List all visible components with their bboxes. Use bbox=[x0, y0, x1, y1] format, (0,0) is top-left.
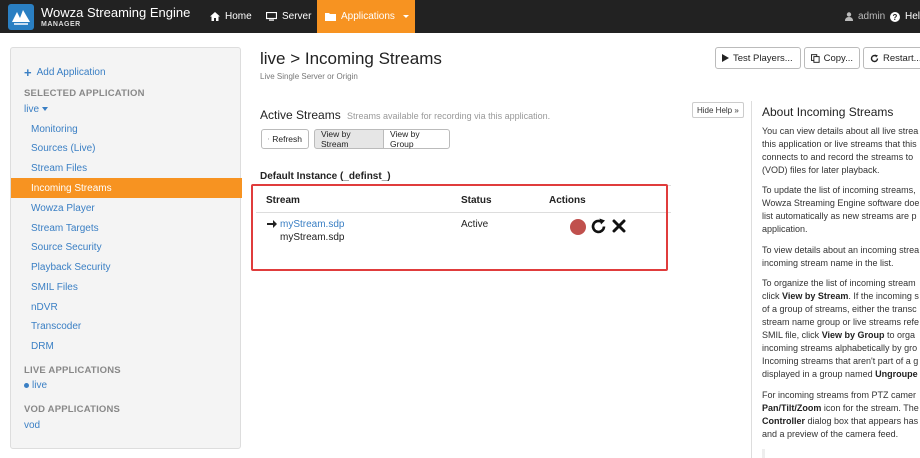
sidebar-item-monitoring[interactable]: Monitoring bbox=[31, 124, 78, 135]
chevron-down-icon bbox=[402, 15, 409, 18]
refresh-label: Refresh bbox=[272, 134, 302, 144]
help-paragraph-2: To update the list of incoming streams, … bbox=[762, 185, 920, 234]
help-paragraph-3: To view details about an incoming strea … bbox=[762, 245, 920, 268]
sidebar-item-drm[interactable]: DRM bbox=[31, 341, 54, 352]
nav-help[interactable]: ? Help bbox=[890, 0, 920, 33]
active-streams-heading: Active Streams bbox=[260, 108, 341, 122]
active-streams-title: Active Streams Streams available for rec… bbox=[260, 108, 550, 122]
wowza-logo-icon bbox=[8, 4, 34, 30]
sidebar-item-smil-files[interactable]: SMIL Files bbox=[31, 282, 78, 293]
plus-icon: + bbox=[24, 65, 32, 80]
nav-applications[interactable]: Applications bbox=[317, 0, 415, 33]
copy-label: Copy... bbox=[823, 52, 853, 64]
selected-application-heading: SELECTED APPLICATION bbox=[24, 88, 145, 99]
brand-subtitle: MANAGER bbox=[41, 20, 81, 28]
nav-admin-label: admin bbox=[858, 11, 886, 22]
nav-help-label: Help bbox=[905, 11, 920, 22]
live-application-label: live bbox=[32, 380, 48, 391]
bullet-icon bbox=[24, 382, 29, 388]
selected-application-value: live bbox=[24, 104, 40, 115]
nav-server-label: Server bbox=[282, 11, 312, 22]
active-streams-description: Streams available for recording via this… bbox=[347, 111, 551, 121]
test-players-label: Test Players... bbox=[733, 52, 793, 64]
nav-applications-label: Applications bbox=[341, 11, 395, 22]
help-panel-divider bbox=[751, 101, 752, 458]
nav-admin[interactable]: admin bbox=[845, 0, 885, 33]
brand-title: Wowza Streaming Engine bbox=[41, 4, 191, 20]
add-application-label: Add Application bbox=[36, 67, 106, 78]
help-title: About Incoming Streams bbox=[762, 105, 894, 119]
question-icon: ? bbox=[890, 11, 900, 22]
selected-application-dropdown[interactable]: live bbox=[24, 104, 49, 115]
sidebar-item-playback-security[interactable]: Playback Security bbox=[31, 262, 110, 273]
sidebar-item-stream-files[interactable]: Stream Files bbox=[31, 163, 87, 174]
sidebar-item-incoming-streams[interactable]: Incoming Streams bbox=[11, 178, 242, 198]
vod-application-link[interactable]: vod bbox=[24, 420, 40, 431]
live-application-link[interactable]: live bbox=[24, 380, 47, 391]
sidebar: + Add Application SELECTED APPLICATION l… bbox=[10, 47, 242, 449]
svg-text:?: ? bbox=[893, 13, 898, 22]
sidebar-item-ndvr[interactable]: nDVR bbox=[31, 302, 58, 313]
home-icon bbox=[210, 12, 220, 21]
help-paragraph-1: You can view details about all live stre… bbox=[762, 126, 919, 175]
restart-icon bbox=[870, 54, 879, 62]
highlight-box bbox=[251, 184, 668, 271]
view-by-group-button[interactable]: View by Group bbox=[383, 129, 450, 149]
hide-help-button[interactable]: Hide Help » bbox=[692, 102, 744, 118]
chevron-down-icon bbox=[42, 107, 49, 112]
help-scrollbar[interactable] bbox=[762, 449, 765, 458]
top-navbar: Wowza Streaming Engine MANAGER Home Serv… bbox=[0, 0, 920, 33]
copy-icon bbox=[811, 53, 820, 63]
refresh-button[interactable]: Refresh bbox=[261, 129, 309, 149]
page-title: live > Incoming Streams bbox=[260, 49, 442, 68]
nav-home[interactable]: Home bbox=[210, 0, 252, 33]
live-applications-heading: LIVE APPLICATIONS bbox=[24, 365, 121, 376]
instance-title: Default Instance (_definst_) bbox=[260, 171, 391, 182]
sidebar-item-source-security[interactable]: Source Security bbox=[31, 242, 102, 253]
restart-label: Restart... bbox=[883, 52, 920, 64]
restart-button[interactable]: Restart... bbox=[863, 47, 920, 69]
monitor-icon bbox=[266, 12, 277, 21]
add-application-link[interactable]: + Add Application bbox=[24, 65, 106, 80]
folder-icon bbox=[325, 13, 336, 21]
play-icon bbox=[722, 54, 729, 62]
test-players-button[interactable]: Test Players... bbox=[715, 47, 801, 69]
help-paragraph-5: For incoming streams from PTZ camer Pan/… bbox=[762, 390, 919, 439]
brand[interactable]: Wowza Streaming Engine MANAGER bbox=[8, 3, 190, 31]
sidebar-item-stream-targets[interactable]: Stream Targets bbox=[31, 223, 99, 234]
page-subtitle: Live Single Server or Origin bbox=[260, 72, 358, 81]
sidebar-item-wowza-player[interactable]: Wowza Player bbox=[31, 203, 95, 214]
sidebar-item-transcoder[interactable]: Transcoder bbox=[31, 321, 81, 332]
vod-applications-heading: VOD APPLICATIONS bbox=[24, 404, 121, 415]
refresh-icon bbox=[268, 138, 270, 140]
nav-server[interactable]: Server bbox=[266, 0, 311, 33]
help-paragraph-4: To organize the list of incoming stream … bbox=[762, 278, 920, 379]
copy-button[interactable]: Copy... bbox=[804, 47, 860, 69]
view-by-stream-button[interactable]: View by Stream bbox=[314, 129, 384, 149]
nav-home-label: Home bbox=[225, 11, 252, 22]
user-icon bbox=[845, 12, 853, 21]
sidebar-item-sources-live[interactable]: Sources (Live) bbox=[31, 143, 95, 154]
